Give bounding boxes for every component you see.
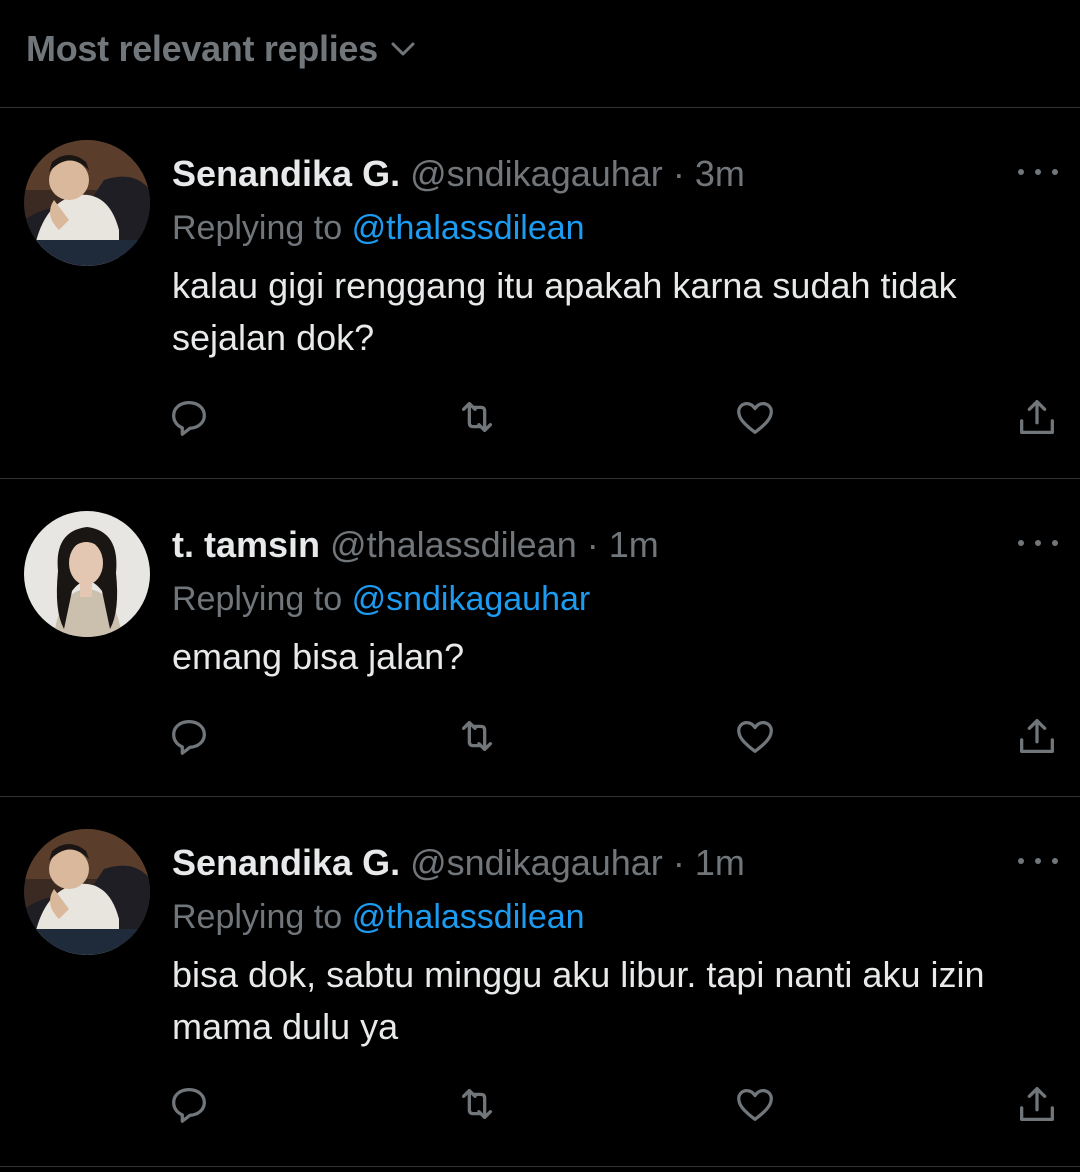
tweet-header: Senandika G. @sndikagauhar · 3m (172, 152, 745, 196)
tweet-header: t. tamsin @thalassdilean · 1m (172, 523, 659, 567)
share-icon (1020, 719, 1054, 753)
avatar[interactable] (24, 829, 150, 955)
more-options-icon[interactable] (1018, 537, 1058, 549)
replies-sort-header: Most relevant replies (0, 0, 1080, 108)
more-options-icon[interactable] (1018, 166, 1058, 178)
like-button[interactable] (732, 394, 778, 440)
separator-dot: · (672, 153, 685, 194)
replying-to: Replying to @sndikagauhar (172, 577, 590, 621)
tweet-actions (0, 1081, 1080, 1129)
like-icon (737, 720, 773, 753)
display-name[interactable]: Senandika G. (172, 842, 400, 883)
user-handle[interactable]: @thalassdilean (330, 524, 577, 565)
retweet-icon (461, 401, 493, 433)
retweet-button[interactable] (454, 713, 500, 759)
retweet-button[interactable] (454, 1081, 500, 1127)
tweet-actions (0, 394, 1080, 442)
reply-icon (172, 719, 206, 755)
sort-label: Most relevant replies (26, 28, 378, 69)
reply-tweet[interactable]: Senandika G. @sndikagauhar · 1m Replying… (0, 797, 1080, 1167)
like-button[interactable] (732, 713, 778, 759)
like-button[interactable] (732, 1081, 778, 1127)
user-handle[interactable]: @sndikagauhar (410, 153, 663, 194)
share-button[interactable] (1014, 713, 1060, 759)
share-icon (1020, 400, 1054, 434)
timestamp[interactable]: 1m (609, 524, 659, 565)
replying-to: Replying to @thalassdilean (172, 895, 585, 939)
reply-icon (172, 400, 206, 436)
avatar[interactable] (24, 511, 150, 637)
separator-dot: · (672, 842, 685, 883)
reply-tweet[interactable]: t. tamsin @thalassdilean · 1m Replying t… (0, 479, 1080, 797)
tweet-text: bisa dok, sabtu minggu aku libur. tapi n… (172, 954, 985, 1047)
sort-replies-dropdown[interactable]: Most relevant replies (26, 28, 418, 70)
retweet-icon (461, 1088, 493, 1120)
like-icon (737, 1088, 773, 1121)
retweet-icon (461, 720, 493, 752)
like-icon (737, 401, 773, 434)
tweet-header: Senandika G. @sndikagauhar · 1m (172, 841, 745, 885)
share-button[interactable] (1014, 394, 1060, 440)
retweet-button[interactable] (454, 394, 500, 440)
reply-tweet[interactable]: Senandika G. @sndikagauhar · 3m Replying… (0, 108, 1080, 479)
user-handle[interactable]: @sndikagauhar (410, 842, 663, 883)
tweet-text: emang bisa jalan? (172, 636, 465, 677)
tweet-text: kalau gigi renggang itu apakah karna sud… (172, 265, 957, 358)
replying-prefix: Replying to (172, 580, 343, 618)
tweet-actions (0, 713, 1080, 761)
reply-button[interactable] (166, 394, 212, 440)
replying-to: Replying to @thalassdilean (172, 206, 585, 250)
replying-prefix: Replying to (172, 898, 343, 936)
reply-button[interactable] (166, 713, 212, 759)
reply-icon (172, 1087, 206, 1123)
mention-link[interactable]: @thalassdilean (352, 209, 585, 247)
chevron-down-icon (391, 42, 415, 56)
display-name[interactable]: t. tamsin (172, 524, 320, 565)
timestamp[interactable]: 3m (695, 153, 745, 194)
avatar[interactable] (24, 140, 150, 266)
reply-button[interactable] (166, 1081, 212, 1127)
timestamp[interactable]: 1m (695, 842, 745, 883)
mention-link[interactable]: @thalassdilean (352, 898, 585, 936)
more-options-icon[interactable] (1018, 855, 1058, 867)
display-name[interactable]: Senandika G. (172, 153, 400, 194)
replying-prefix: Replying to (172, 209, 343, 247)
share-icon (1020, 1087, 1054, 1121)
mention-link[interactable]: @sndikagauhar (352, 580, 591, 618)
share-button[interactable] (1014, 1081, 1060, 1127)
separator-dot: · (586, 524, 599, 565)
